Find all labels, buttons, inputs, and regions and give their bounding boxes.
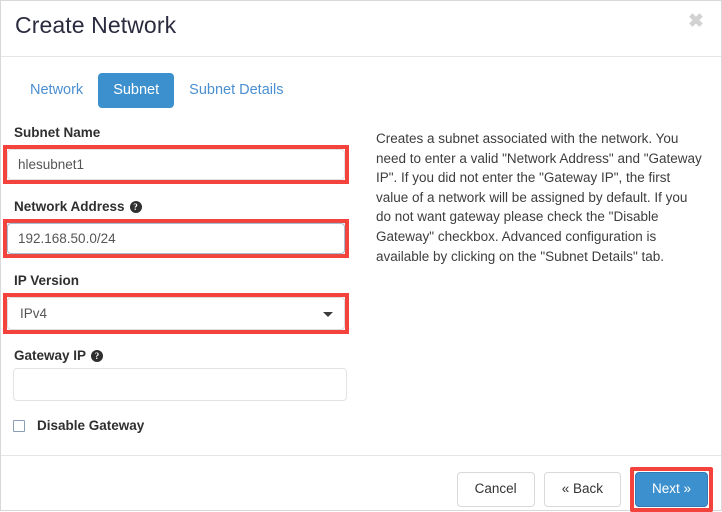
ip-version-label: IP Version [14,273,361,288]
page-title: Create Network [15,12,176,39]
subnet-name-input[interactable] [7,149,345,180]
ip-version-highlight: IPv4 [3,293,349,334]
ip-version-label-text: IP Version [14,273,79,288]
modal-footer: Cancel « Back Next » [1,455,721,510]
create-network-modal: Create Network ✖ Network Subnet Subnet D… [0,0,722,511]
wizard-tabs: Network Subnet Subnet Details [15,73,298,108]
subnet-name-label: Subnet Name [14,125,361,140]
cancel-button[interactable]: Cancel [457,472,535,507]
modal-header: Create Network ✖ [1,1,721,57]
close-icon[interactable]: ✖ [683,9,709,35]
subnet-name-highlight [3,145,349,184]
disable-gateway-label[interactable]: Disable Gateway [37,418,144,433]
help-icon[interactable]: ? [130,201,142,213]
network-address-highlight [3,219,349,258]
back-button[interactable]: « Back [544,472,621,507]
disable-gateway-row[interactable]: Disable Gateway [13,418,361,433]
network-address-input[interactable] [7,223,345,254]
help-icon[interactable]: ? [91,350,103,362]
footer-buttons: Cancel « Back Next » [457,467,713,512]
next-button-highlight: Next » [630,467,713,512]
disable-gateway-checkbox[interactable] [13,420,25,432]
network-address-label: Network Address ? [14,199,361,214]
help-text: Creates a subnet associated with the net… [376,129,706,266]
gateway-ip-label: Gateway IP ? [14,348,361,363]
next-button[interactable]: Next » [635,472,708,507]
tab-subnet-details[interactable]: Subnet Details [174,73,298,108]
gateway-ip-label-text: Gateway IP [14,348,86,363]
subnet-name-label-text: Subnet Name [14,125,100,140]
network-address-label-text: Network Address [14,199,125,214]
ip-version-select[interactable]: IPv4 [7,297,345,330]
subnet-form: Subnet Name Network Address ? IP Version… [1,125,361,433]
ip-version-selected-value: IPv4 [7,297,345,330]
tab-network[interactable]: Network [15,73,98,108]
gateway-ip-input[interactable] [13,368,347,401]
tab-subnet[interactable]: Subnet [98,73,174,108]
